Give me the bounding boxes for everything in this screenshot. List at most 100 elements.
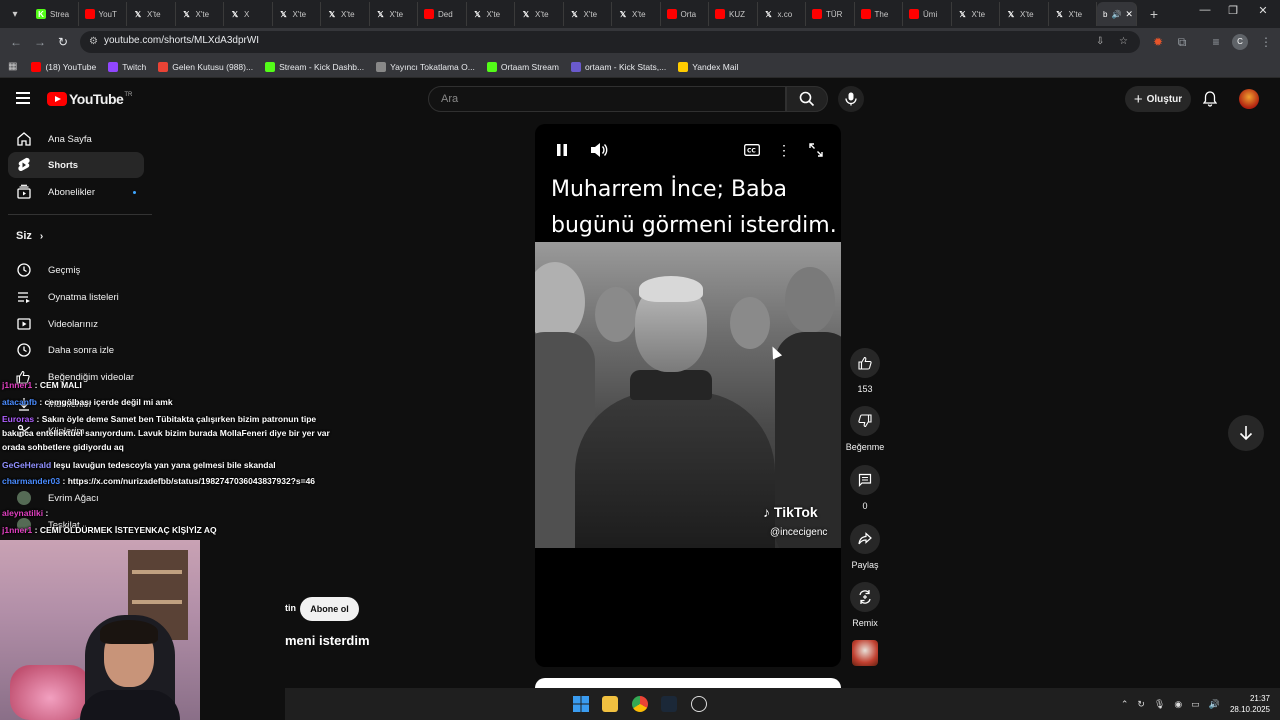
obs-icon[interactable] <box>691 696 707 712</box>
comments-button[interactable] <box>850 465 880 495</box>
remix-button[interactable] <box>850 582 880 612</box>
browser-tab[interactable]: Ümi <box>903 2 952 26</box>
more-options-icon[interactable]: ⋮ <box>775 141 793 159</box>
voice-search-button[interactable] <box>838 86 864 112</box>
browser-tab[interactable]: 𝕏 X'te <box>321 2 370 26</box>
notifications-button[interactable] <box>1202 91 1218 112</box>
tab-search-button[interactable]: ▾ <box>4 4 26 24</box>
volume-tray-icon[interactable]: 🔊 <box>1209 699 1220 710</box>
forward-button[interactable]: → <box>32 34 48 50</box>
install-app-icon[interactable]: ⇩ <box>1096 36 1104 47</box>
fullscreen-button[interactable] <box>807 141 825 159</box>
network-icon[interactable]: ▭ <box>1191 699 1200 710</box>
browser-tab[interactable]: Ded <box>418 2 467 26</box>
account-avatar[interactable] <box>1239 89 1259 109</box>
captions-button[interactable]: CC <box>743 141 761 159</box>
browser-tab[interactable]: 𝕏 X'te <box>1000 2 1049 26</box>
browser-tab[interactable]: YouT <box>79 2 127 26</box>
browser-tab[interactable]: 𝕏x.co <box>758 2 806 26</box>
sidebar-item-subscriptions[interactable]: Abonelikler <box>8 179 144 205</box>
pause-button[interactable] <box>553 141 571 159</box>
bookmark-item[interactable]: ortaam - Kick Stats,... <box>570 61 666 72</box>
bookmark-item[interactable]: Yandex Mail <box>678 61 738 72</box>
sidebar-item-home[interactable]: Ana Sayfa <box>8 126 144 152</box>
apps-grid-icon[interactable]: ▦ <box>8 61 17 72</box>
profile-avatar[interactable]: C <box>1232 34 1248 50</box>
share-action[interactable]: Paylaş <box>849 524 881 570</box>
browser-tab[interactable]: K Strea <box>30 2 79 26</box>
search-input[interactable] <box>429 87 785 111</box>
share-button[interactable] <box>850 524 880 554</box>
site-info-icon[interactable]: ⚙ <box>89 36 98 47</box>
steam-icon[interactable] <box>661 696 677 712</box>
chevron-up-icon[interactable]: ⌃ <box>1121 699 1129 710</box>
clock[interactable]: 21:37 28.10.2025 <box>1230 693 1270 715</box>
new-tab-button[interactable]: + <box>1143 6 1165 22</box>
minimize-button[interactable]: — <box>1190 4 1220 16</box>
sync-icon[interactable]: ↻ <box>1137 699 1145 710</box>
browser-tab[interactable]: 𝕏 X'te <box>370 2 418 26</box>
sidebar-item-watch-later[interactable]: Daha sonra izle <box>8 337 144 363</box>
channel-name-fragment[interactable]: tin <box>285 603 296 613</box>
browser-tab[interactable]: 𝕏 X'te <box>467 2 515 26</box>
back-button[interactable]: ← <box>8 34 24 50</box>
maximize-button[interactable]: ❐ <box>1218 4 1248 17</box>
microphone-tray-icon[interactable]: 🎙 <box>1154 699 1165 710</box>
sidebar-item-playlists[interactable]: Oynatma listeleri <box>8 284 144 310</box>
chrome-icon[interactable] <box>632 696 648 712</box>
browser-tab[interactable]: Orta <box>661 2 709 26</box>
volume-button[interactable] <box>590 141 608 159</box>
sidebar-item-your-videos[interactable]: Videolarınız <box>8 311 144 337</box>
dislike-action[interactable]: Beğenme <box>846 406 884 452</box>
browser-tab[interactable]: 𝕏 X'te <box>515 2 564 26</box>
browser-tab[interactable]: The <box>855 2 903 26</box>
you-section-header[interactable]: Siz › <box>8 223 144 249</box>
extension-icon[interactable]: ✹ <box>1150 34 1166 50</box>
browser-tab[interactable]: 𝕏 X'te <box>127 2 176 26</box>
extensions-puzzle-icon[interactable]: ⧉ <box>1174 34 1190 50</box>
shorts-player[interactable]: CC ⋮ Muharrem İnce; Baba bugünü görmeni … <box>535 124 841 667</box>
sidebar-item-history[interactable]: Geçmiş <box>8 257 144 283</box>
close-window-button[interactable]: ✕ <box>1248 4 1278 17</box>
bookmark-star-icon[interactable]: ☆ <box>1119 36 1128 47</box>
sidebar-item-shorts[interactable]: Shorts <box>8 152 144 178</box>
search-button[interactable] <box>786 86 828 112</box>
browser-tab[interactable]: 𝕏 X'te <box>273 2 321 26</box>
create-button[interactable]: + Oluştur <box>1125 86 1191 112</box>
channel-avatar[interactable] <box>852 640 878 666</box>
bookmark-item[interactable]: Twitch <box>108 61 146 72</box>
browser-tab[interactable]: 𝕏X <box>224 2 273 26</box>
remix-action[interactable]: Remix <box>849 582 881 628</box>
like-button[interactable] <box>850 348 880 378</box>
bookmark-item[interactable]: (18) YouTube <box>31 61 96 72</box>
browser-tab[interactable]: 𝕏 X'te <box>1049 2 1097 26</box>
file-explorer-icon[interactable] <box>602 696 618 712</box>
subscribe-button[interactable]: Abone ol <box>300 597 359 621</box>
comments-action[interactable]: 0 <box>849 465 881 511</box>
omnibox[interactable]: ⚙ youtube.com/shorts/MLXdA3dprWI ⇩ ☆ <box>80 31 1140 53</box>
browser-tab[interactable]: TÜR <box>806 2 855 26</box>
media-controls-icon[interactable]: ≡ <box>1208 34 1224 50</box>
chat-message: charmander03 : https://x.com/nurizadefbb… <box>2 474 347 488</box>
close-tab-icon[interactable]: ✕ <box>1125 9 1133 20</box>
share-icon <box>858 532 872 545</box>
browser-tab[interactable]: KUZ <box>709 2 758 26</box>
dislike-button[interactable] <box>850 406 880 436</box>
bookmark-item[interactable]: Yayıncı Tokatlama O... <box>376 61 475 72</box>
like-action[interactable]: 153 <box>849 348 881 394</box>
bookmark-item[interactable]: Stream - Kick Dashb... <box>265 61 364 72</box>
active-tab[interactable]: b 🔊 ✕ <box>1097 2 1137 26</box>
browser-tab[interactable]: 𝕏 X'te <box>176 2 224 26</box>
windows-start-icon[interactable] <box>573 696 589 712</box>
bookmark-item[interactable]: Ortaam Stream <box>486 61 559 72</box>
menu-icon[interactable] <box>16 92 30 104</box>
bookmark-item[interactable]: Gelen Kutusu (988)... <box>158 61 253 72</box>
youtube-logo[interactable]: YouTube TR <box>47 91 132 107</box>
browser-tab[interactable]: 𝕏 X'te <box>952 2 1000 26</box>
browser-tab[interactable]: 𝕏 X'te <box>564 2 612 26</box>
chrome-menu-icon[interactable]: ⋮ <box>1258 34 1274 50</box>
browser-tab[interactable]: 𝕏 X'te <box>612 2 661 26</box>
reload-button[interactable]: ↻ <box>55 34 71 50</box>
security-icon[interactable]: ◉ <box>1174 699 1182 710</box>
next-short-button[interactable] <box>1228 415 1264 451</box>
